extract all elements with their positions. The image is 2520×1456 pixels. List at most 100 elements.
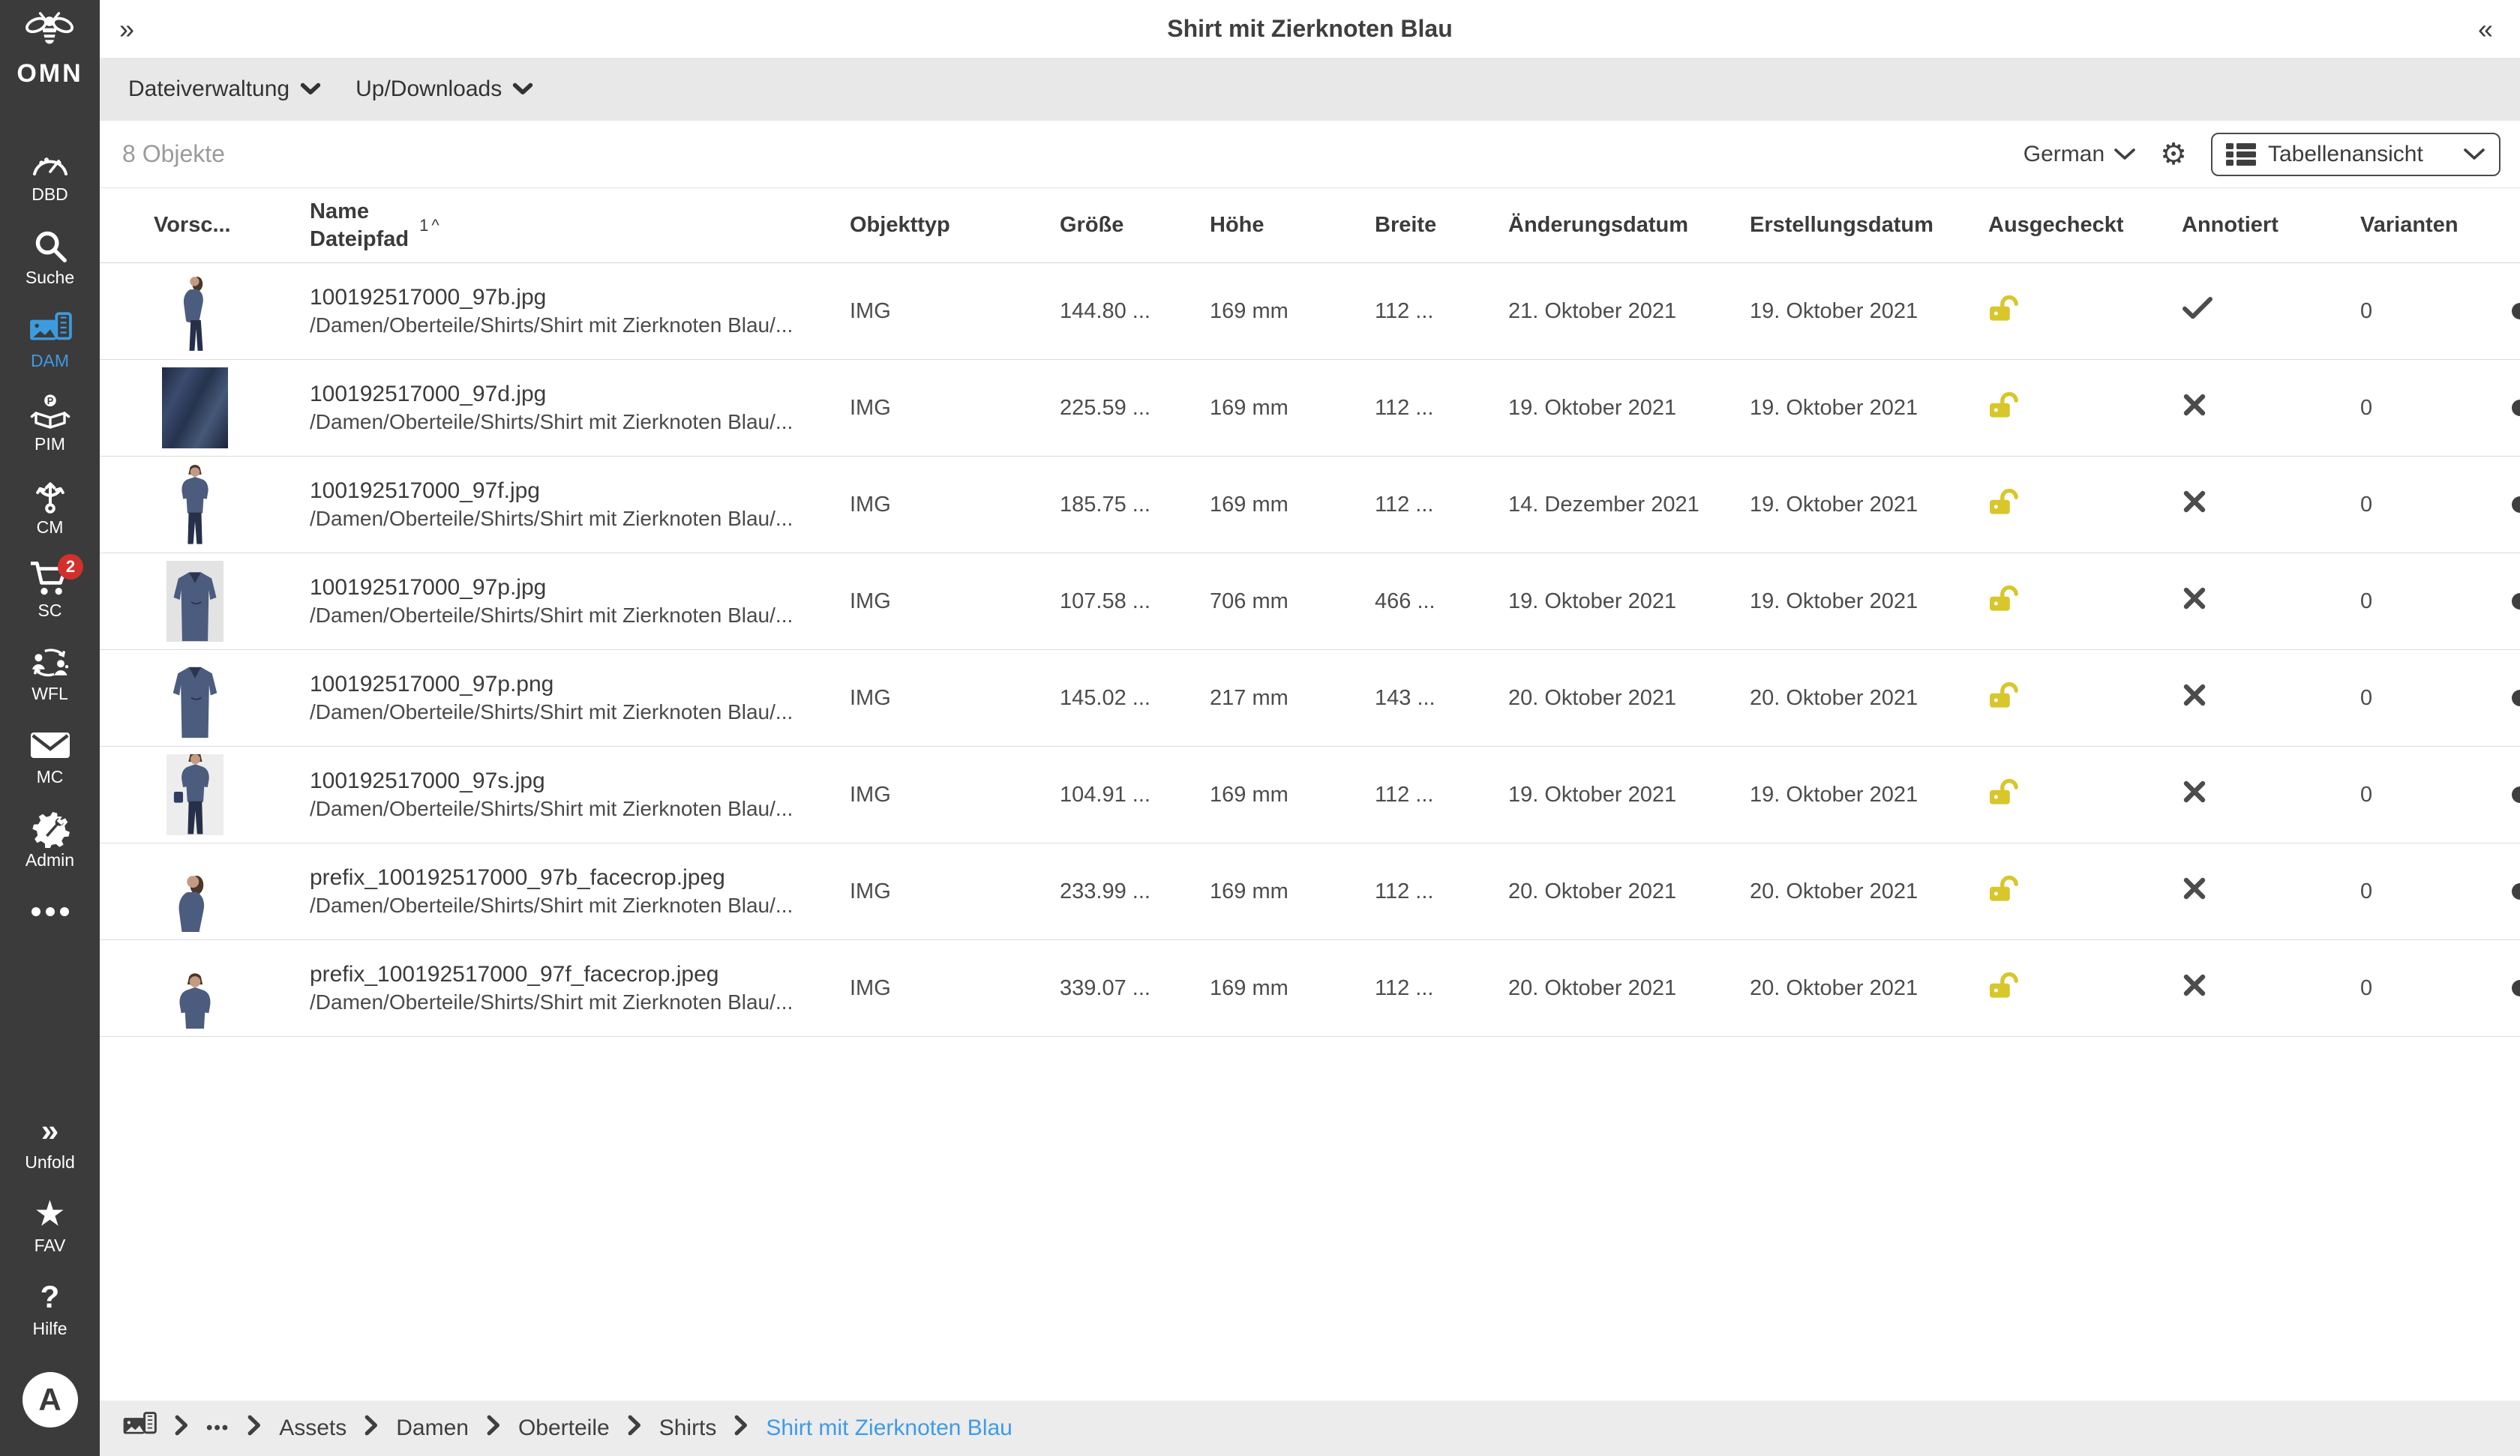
asset-thumbnail[interactable] — [162, 367, 228, 448]
hilfe-icon: ? — [40, 1279, 60, 1315]
menu-item-1[interactable]: Up/Downloads — [356, 76, 533, 102]
unlock-icon[interactable] — [1988, 584, 2021, 613]
unlock-icon[interactable] — [1988, 777, 2021, 806]
sidebar-item-label: MC — [37, 767, 64, 787]
menu-item-0[interactable]: Dateiverwaltung — [128, 76, 321, 102]
column-header-objekttyp[interactable]: Objekttyp — [850, 213, 1060, 238]
breite-cell: 143 ... — [1375, 686, 1508, 711]
breadcrumb-item[interactable]: Damen — [396, 1416, 469, 1441]
column-header-name[interactable]: Name Dateipfad 1^ — [310, 198, 850, 253]
aenderungsdatum-cell: 19. Oktober 2021 — [1508, 783, 1750, 807]
asset-thumbnail[interactable] — [166, 561, 224, 642]
ausgecheckt-cell — [1988, 294, 2182, 328]
view-mode-value: Tabellenansicht — [2268, 142, 2423, 167]
table-row[interactable]: 100192517000_97b.jpg /Damen/Oberteile/Sh… — [100, 263, 2520, 360]
file-path: /Damen/Oberteile/Shirts/Shirt mit Zierkn… — [310, 505, 850, 532]
asset-thumbnail[interactable] — [169, 464, 221, 545]
user-avatar[interactable]: A — [22, 1372, 78, 1428]
column-header-annotiert[interactable]: Annotiert — [2182, 213, 2360, 238]
sidebar-item-dbd[interactable]: DBD — [0, 133, 100, 217]
unlock-icon[interactable] — [1988, 874, 2021, 903]
sidebar-item-pim[interactable]: P PIM — [0, 383, 100, 466]
asset-name-cell[interactable]: prefix_100192517000_97b_facecrop.jpeg /D… — [310, 863, 850, 919]
column-header-varianten[interactable]: Varianten — [2360, 213, 2520, 238]
asset-thumbnail[interactable] — [170, 948, 220, 1029]
column-header-preview[interactable]: Vorsc... — [122, 213, 310, 238]
unlock-icon[interactable] — [1988, 971, 2021, 999]
sidebar-item-suche[interactable]: Suche — [0, 217, 100, 300]
asset-name-cell[interactable]: 100192517000_97f.jpg /Damen/Oberteile/Sh… — [310, 476, 850, 532]
sidebar-item-sc[interactable]: SC 2 — [0, 550, 100, 633]
view-mode-select[interactable]: Tabellenansicht — [2211, 133, 2500, 176]
sidebar-item-wfl[interactable]: WFL — [0, 633, 100, 716]
breadcrumb-item[interactable]: Shirts — [659, 1416, 717, 1441]
asset-name-cell[interactable]: 100192517000_97p.jpg /Damen/Oberteile/Sh… — [310, 573, 850, 629]
titlebar: » Shirt mit Zierknoten Blau « — [100, 0, 2520, 58]
groesse-cell: 144.80 ... — [1060, 299, 1210, 324]
app-logo[interactable]: OMN — [16, 10, 82, 88]
table-row[interactable]: 100192517000_97d.jpg /Damen/Oberteile/Sh… — [100, 360, 2520, 457]
check-icon — [2182, 296, 2213, 320]
file-name: 100192517000_97p.jpg — [310, 573, 850, 602]
sidebar-item-mc[interactable]: MC — [0, 716, 100, 799]
table-row[interactable]: prefix_100192517000_97f_facecrop.jpeg /D… — [100, 940, 2520, 1037]
breadcrumb-chevron-icon — [248, 1415, 261, 1442]
unlock-icon[interactable] — [1988, 487, 2021, 516]
column-header-aenderungsdatum[interactable]: Änderungsdatum — [1508, 213, 1750, 238]
erstellungsdatum-cell: 19. Oktober 2021 — [1750, 396, 1988, 421]
column-header-hoehe[interactable]: Höhe — [1210, 213, 1375, 238]
sidebar-item-unfold[interactable]: » Unfold — [0, 1101, 100, 1185]
column-header-erstellungsdatum[interactable]: Erstellungsdatum — [1750, 213, 1988, 238]
asset-name-cell[interactable]: prefix_100192517000_97f_facecrop.jpeg /D… — [310, 960, 850, 1016]
unlock-icon[interactable] — [1988, 391, 2021, 419]
table-row[interactable]: 100192517000_97s.jpg /Damen/Oberteile/Sh… — [100, 747, 2520, 843]
breadcrumb-current[interactable]: Shirt mit Zierknoten Blau — [766, 1416, 1012, 1441]
unlock-icon[interactable] — [1988, 681, 2021, 709]
sidebar-item-admin[interactable]: Admin — [0, 799, 100, 882]
hoehe-cell: 169 mm — [1210, 783, 1375, 807]
groesse-cell: 185.75 ... — [1060, 493, 1210, 517]
sidebar-item-dam[interactable]: DAM — [0, 300, 100, 383]
groesse-cell: 145.02 ... — [1060, 686, 1210, 711]
asset-thumbnail[interactable] — [170, 271, 220, 352]
collapse-panel-icon[interactable]: « — [2478, 13, 2493, 45]
unlock-icon[interactable] — [1988, 294, 2021, 322]
column-header-groesse[interactable]: Größe — [1060, 213, 1210, 238]
settings-gear-icon[interactable]: ⚙ — [2160, 139, 2187, 169]
sidebar-item-label: SC — [38, 601, 62, 621]
breadcrumb-item[interactable]: Assets — [279, 1416, 346, 1441]
sidebar-item-label: Suche — [26, 268, 74, 288]
breadcrumb-chevron-icon — [364, 1415, 378, 1442]
column-header-ausgecheckt[interactable]: Ausgecheckt — [1988, 213, 2182, 238]
asset-name-cell[interactable]: 100192517000_97b.jpg /Damen/Oberteile/Sh… — [310, 283, 850, 339]
sidebar-item-label: FAV — [34, 1236, 66, 1256]
breadcrumb-item[interactable]: Oberteile — [518, 1416, 610, 1441]
ausgecheckt-cell — [1988, 777, 2182, 812]
aenderungsdatum-cell: 19. Oktober 2021 — [1508, 396, 1750, 421]
asset-thumbnail[interactable] — [166, 754, 224, 835]
table-row[interactable]: 100192517000_97p.jpg /Damen/Oberteile/Sh… — [100, 553, 2520, 650]
asset-thumbnail[interactable] — [166, 658, 224, 738]
breadcrumb-ellipsis[interactable]: ••• — [206, 1418, 230, 1439]
sidebar-footer: » Unfold ★ FAV ? Hilfe A — [0, 1101, 100, 1456]
sidebar-item-more[interactable] — [0, 882, 100, 942]
asset-name-cell[interactable]: 100192517000_97p.png /Damen/Oberteile/Sh… — [310, 670, 850, 726]
file-path: /Damen/Oberteile/Shirts/Shirt mit Zierkn… — [310, 699, 850, 726]
dam-folder-icon[interactable] — [122, 1411, 157, 1446]
hoehe-cell: 169 mm — [1210, 299, 1375, 324]
asset-thumbnail[interactable] — [170, 851, 220, 932]
sidebar-item-hilfe[interactable]: ? Hilfe — [0, 1268, 100, 1351]
table-row[interactable]: 100192517000_97f.jpg /Damen/Oberteile/Sh… — [100, 457, 2520, 553]
table-header: Vorsc... Name Dateipfad 1^ Objekttyp Grö… — [100, 188, 2520, 263]
table-row[interactable]: 100192517000_97p.png /Damen/Oberteile/Sh… — [100, 650, 2520, 747]
expand-panel-icon[interactable]: » — [119, 13, 134, 45]
main-area: » Shirt mit Zierknoten Blau « Dateiverwa… — [100, 0, 2520, 1456]
hoehe-cell: 169 mm — [1210, 879, 1375, 904]
language-select[interactable]: German — [2024, 142, 2136, 167]
sidebar-item-cm[interactable]: CM — [0, 466, 100, 550]
asset-name-cell[interactable]: 100192517000_97s.jpg /Damen/Oberteile/Sh… — [310, 766, 850, 822]
table-row[interactable]: prefix_100192517000_97b_facecrop.jpeg /D… — [100, 843, 2520, 940]
column-header-breite[interactable]: Breite — [1375, 213, 1508, 238]
asset-name-cell[interactable]: 100192517000_97d.jpg /Damen/Oberteile/Sh… — [310, 379, 850, 436]
sidebar-item-fav[interactable]: ★ FAV — [0, 1185, 100, 1268]
